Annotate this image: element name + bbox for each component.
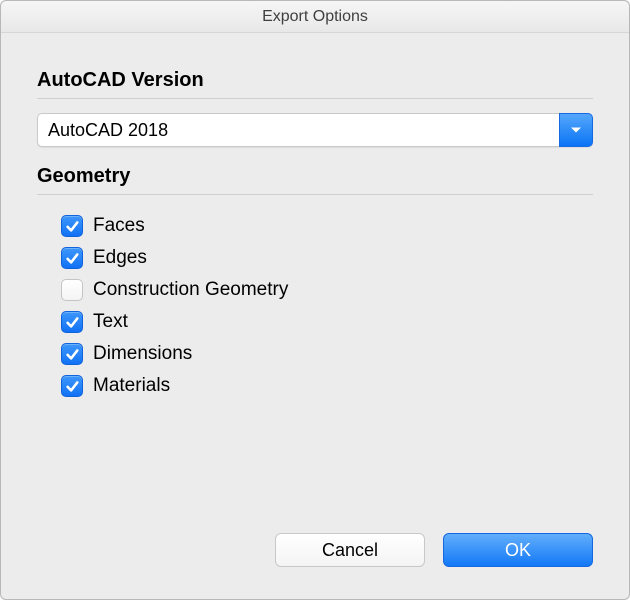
autocad-version-select[interactable]: AutoCAD 2018: [37, 113, 593, 147]
checkbox-edges[interactable]: [61, 247, 83, 269]
section-divider: [37, 98, 593, 99]
dialog-button-row: Cancel OK: [37, 513, 593, 579]
checkbox-label: Text: [93, 311, 128, 333]
checkbox-label: Materials: [93, 375, 170, 397]
chevron-down-icon: [559, 113, 593, 147]
checkbox-row-construction-geometry[interactable]: Construction Geometry: [61, 279, 593, 301]
checkbox-row-text[interactable]: Text: [61, 311, 593, 333]
checkbox-faces[interactable]: [61, 215, 83, 237]
checkbox-row-dimensions[interactable]: Dimensions: [61, 343, 593, 365]
ok-button[interactable]: OK: [443, 533, 593, 567]
export-options-dialog: Export Options AutoCAD Version AutoCAD 2…: [0, 0, 630, 600]
checkbox-row-materials[interactable]: Materials: [61, 375, 593, 397]
geometry-heading: Geometry: [37, 165, 593, 188]
checkbox-text[interactable]: [61, 311, 83, 333]
checkbox-label: Dimensions: [93, 343, 192, 365]
autocad-version-value: AutoCAD 2018: [37, 113, 559, 147]
section-divider: [37, 194, 593, 195]
checkbox-construction-geometry[interactable]: [61, 279, 83, 301]
checkbox-row-faces[interactable]: Faces: [61, 215, 593, 237]
window-title: Export Options: [1, 1, 629, 33]
checkbox-label: Faces: [93, 215, 145, 237]
checkbox-row-edges[interactable]: Edges: [61, 247, 593, 269]
autocad-version-heading: AutoCAD Version: [37, 69, 593, 92]
cancel-button[interactable]: Cancel: [275, 533, 425, 567]
dialog-content: AutoCAD Version AutoCAD 2018 Geometry Fa…: [1, 33, 629, 599]
checkbox-materials[interactable]: [61, 375, 83, 397]
geometry-options-list: Faces Edges Construction Geometry Text: [37, 209, 593, 407]
checkbox-label: Edges: [93, 247, 147, 269]
checkbox-dimensions[interactable]: [61, 343, 83, 365]
checkbox-label: Construction Geometry: [93, 279, 288, 301]
